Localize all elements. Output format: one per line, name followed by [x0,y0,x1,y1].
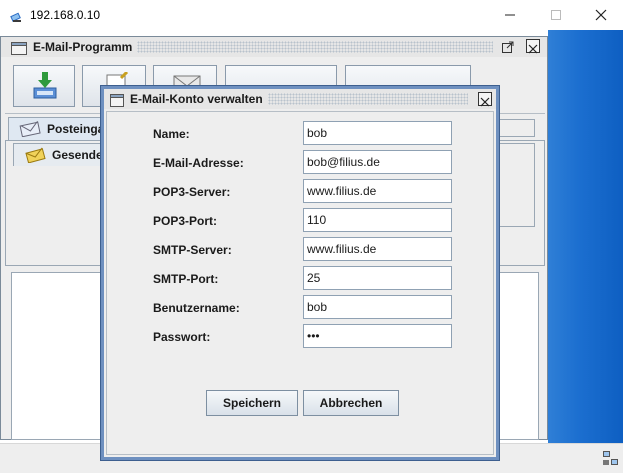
close-icon [595,6,607,25]
name-field[interactable]: bob [303,121,452,145]
fetch-mail-button[interactable] [13,65,75,107]
email-field[interactable]: bob@filius.de [303,150,452,174]
network-tray-icon[interactable] [602,450,620,468]
email-label: E-Mail-Adresse: [153,156,244,170]
tab-sent[interactable]: Gesendete [13,143,113,166]
title-bar-texture [268,93,468,105]
dialog-title: E-Mail-Konto verwalten [130,92,263,106]
dialog-body: Name: bob E-Mail-Adresse: bob@filius.de … [106,111,494,455]
smtp-server-field[interactable]: www.filius.de [303,237,452,261]
minimize-button[interactable] [487,0,533,30]
window-icon [11,40,27,55]
restore-icon[interactable] [501,39,515,53]
minimize-icon [504,6,516,25]
pop3-port-label: POP3-Port: [153,214,218,228]
desktop-background [548,30,623,443]
save-button[interactable]: Speichern [206,390,298,416]
download-mail-icon [28,70,62,108]
sent-envelope-icon [24,147,46,164]
inbox-envelope-icon [19,120,41,138]
smtp-port-label: SMTP-Port: [153,272,219,286]
maximize-icon [550,6,562,25]
column-header [493,119,535,137]
dialog-close-icon[interactable] [478,92,492,107]
pop3-port-field[interactable]: 110 [303,208,452,232]
name-label: Name: [153,127,190,141]
close-button[interactable] [578,0,623,30]
mail-close-icon[interactable] [526,39,540,54]
mail-program-title: E-Mail-Programm [33,40,133,54]
username-label: Benutzername: [153,301,240,315]
dialog-title-bar: E-Mail-Konto verwalten [104,89,496,109]
tab-inbox[interactable]: Posteingang [8,117,119,140]
smtp-server-label: SMTP-Server: [153,243,232,257]
password-field[interactable]: ••• [303,324,452,348]
maximize-button[interactable] [533,0,579,30]
screen: 192.168.0.10 E-Mail-Programm Posteingang… [0,0,623,473]
network-computer-icon [10,8,24,22]
os-window-title: 192.168.0.10 [30,8,101,22]
window-icon [110,92,124,107]
mail-program-title-bar: E-Mail-Programm [1,37,547,57]
pop3-server-label: POP3-Server: [153,185,231,199]
cancel-button[interactable]: Abbrechen [303,390,399,416]
account-dialog: E-Mail-Konto verwalten Name: bob E-Mail-… [101,86,499,460]
title-bar-texture [137,41,493,53]
pop3-server-field[interactable]: www.filius.de [303,179,452,203]
password-label: Passwort: [153,330,211,344]
smtp-port-field[interactable]: 25 [303,266,452,290]
username-field[interactable]: bob [303,295,452,319]
mail-list [493,143,535,227]
desktop-area: E-Mail-Programm Posteingang Gesendete E-… [0,30,623,473]
os-title-bar: 192.168.0.10 [0,0,623,30]
